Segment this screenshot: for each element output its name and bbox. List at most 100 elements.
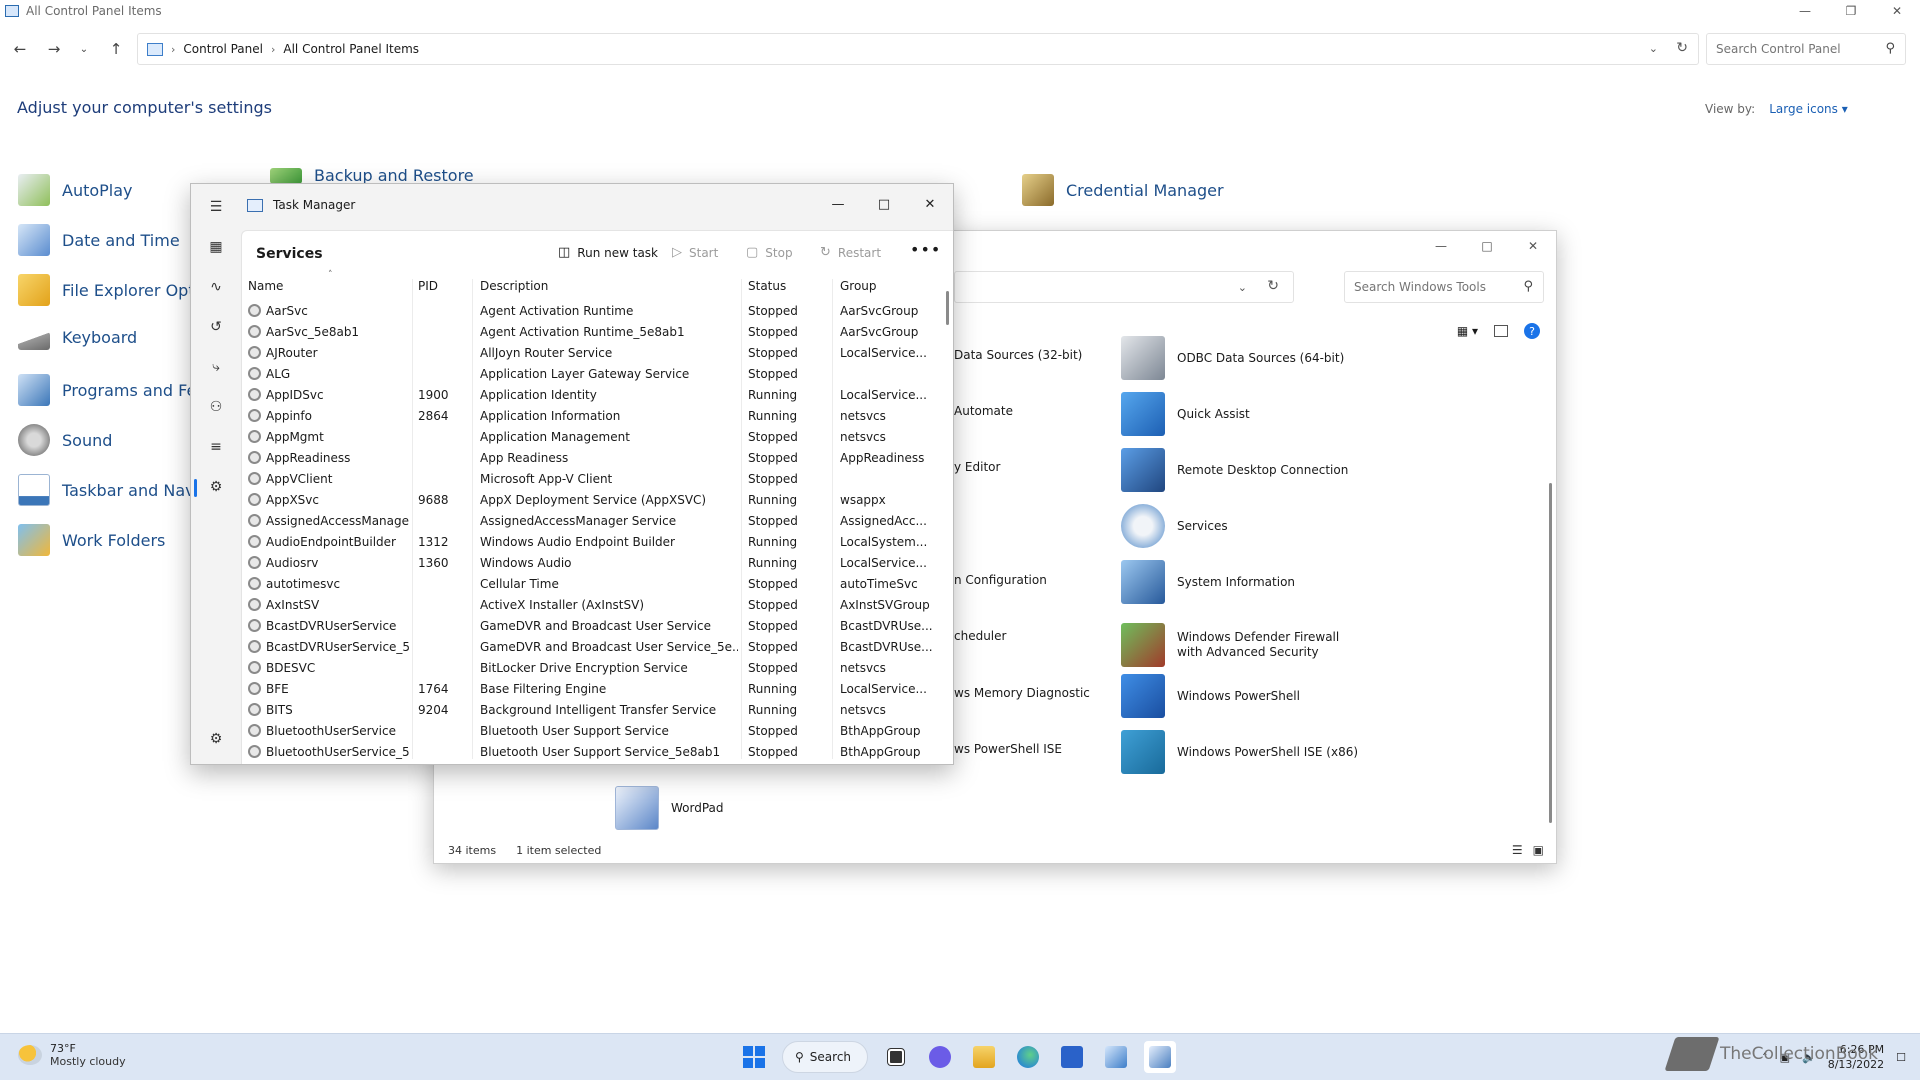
table-row[interactable]: BDESVC BitLocker Drive Encryption Service…: [242, 658, 953, 679]
run-new-task-button[interactable]: ◫ Run new task: [558, 245, 658, 260]
cp-item-credential-manager[interactable]: Credential Manager: [1022, 174, 1224, 206]
task-view-button[interactable]: [880, 1041, 912, 1073]
cp-item-work-folders[interactable]: Work Folders: [18, 524, 165, 556]
cp-item-sound[interactable]: Sound: [18, 424, 112, 456]
preview-pane-icon[interactable]: [1494, 325, 1508, 337]
users-icon[interactable]: ⚇: [203, 394, 229, 420]
restore-icon[interactable]: □: [1464, 231, 1510, 261]
column-pid[interactable]: PID: [418, 279, 438, 293]
table-row[interactable]: AudioEndpointBuilder 1312 Windows Audio En…: [242, 532, 953, 553]
search-box[interactable]: ⚲: [1344, 271, 1544, 303]
store-button[interactable]: [1056, 1041, 1088, 1073]
address-bar[interactable]: ⌄ ↻: [954, 271, 1294, 303]
view-options-icon[interactable]: ▦ ▾: [1457, 324, 1478, 338]
cp-item-file-explorer-options[interactable]: File Explorer Optio: [18, 274, 209, 306]
stop-button[interactable]: ▢ Stop: [746, 245, 793, 260]
start-button[interactable]: ▷ Start: [672, 245, 718, 260]
table-row[interactable]: ALG Application Layer Gateway Service Stop…: [242, 364, 953, 385]
tool-item-system-information[interactable]: System Information: [1121, 560, 1295, 604]
table-row[interactable]: AppVClient Microsoft App-V Client Stopped: [242, 469, 953, 490]
table-row[interactable]: AxInstSV ActiveX Installer (AxInstSV) Stop…: [242, 595, 953, 616]
address-dropdown-icon[interactable]: ⌄: [1238, 281, 1247, 294]
search-icon[interactable]: ⚲: [1885, 41, 1895, 56]
table-row[interactable]: Audiosrv 1360 Windows Audio Running LocalSer…: [242, 553, 953, 574]
notification-icon[interactable]: ☐: [1896, 1051, 1906, 1064]
details-icon[interactable]: ≡: [203, 434, 229, 460]
table-row[interactable]: BITS 9204 Background Intelligent Transfer …: [242, 700, 953, 721]
tool-item[interactable]: ws PowerShell ISE: [954, 742, 1062, 757]
breadcrumb-all-items[interactable]: All Control Panel Items: [283, 42, 419, 56]
hamburger-menu-icon[interactable]: ☰: [203, 194, 229, 220]
search-input[interactable]: [1716, 42, 1866, 56]
back-arrow-icon[interactable]: ←: [8, 38, 32, 60]
table-row[interactable]: BcastDVRUserService_5e... GameDVR and Bro…: [242, 637, 953, 658]
table-row[interactable]: BcastDVRUserService GameDVR and Broadcast…: [242, 616, 953, 637]
column-group[interactable]: Group: [840, 279, 877, 293]
view-by-dropdown[interactable]: Large icons ▾: [1769, 102, 1848, 116]
vertical-scrollbar[interactable]: [946, 291, 949, 325]
breadcrumb-control-panel[interactable]: Control Panel: [183, 42, 263, 56]
table-row[interactable]: Appinfo 2864 Application Information Runnin…: [242, 406, 953, 427]
taskbar-search[interactable]: ⚲ Search: [782, 1041, 868, 1073]
vertical-scrollbar[interactable]: [1549, 483, 1552, 823]
cp-item-keyboard[interactable]: Keyboard: [18, 324, 137, 350]
performance-icon[interactable]: ∿: [203, 274, 229, 300]
file-explorer-button[interactable]: [968, 1041, 1000, 1073]
table-row[interactable]: AppReadiness App Readiness Stopped AppReadi…: [242, 448, 953, 469]
tool-item-defender-firewall[interactable]: Windows Defender Firewall with Advanced …: [1121, 623, 1367, 667]
restore-icon[interactable]: ❐: [1828, 0, 1874, 22]
table-row[interactable]: BluetoothUserService_5e... Bluetooth User…: [242, 742, 953, 763]
cp-item-taskbar-navigation[interactable]: Taskbar and Navig: [18, 474, 209, 506]
table-row[interactable]: AarSvc_5e8ab1 Agent Activation Runtime_5e…: [242, 322, 953, 343]
column-name[interactable]: Name: [248, 279, 283, 293]
start-button[interactable]: [738, 1041, 770, 1073]
maximize-icon[interactable]: □: [861, 184, 907, 224]
cp-item-programs-features[interactable]: Programs and Feat: [18, 374, 212, 406]
table-row[interactable]: AppIDSvc 1900 Application Identity Running L…: [242, 385, 953, 406]
table-row[interactable]: AppMgmt Application Management Stopped nets…: [242, 427, 953, 448]
minimize-icon[interactable]: —: [1418, 231, 1464, 261]
more-options-button[interactable]: •••: [910, 240, 941, 259]
edge-button[interactable]: [1012, 1041, 1044, 1073]
app-history-icon[interactable]: ↺: [203, 314, 229, 340]
close-icon[interactable]: ✕: [1510, 231, 1556, 261]
table-row[interactable]: BFE 1764 Base Filtering Engine Running Local…: [242, 679, 953, 700]
tool-item[interactable]: y Editor: [954, 460, 1000, 475]
startup-apps-icon[interactable]: ⤷: [203, 354, 229, 380]
tool-item[interactable]: Data Sources (32-bit): [954, 348, 1082, 363]
table-row[interactable]: autotimesvc Cellular Time Stopped autoTimeS…: [242, 574, 953, 595]
table-row[interactable]: AarSvc Agent Activation Runtime Stopped Aar…: [242, 301, 953, 322]
processes-icon[interactable]: ▦: [203, 234, 229, 260]
large-icons-view-icon[interactable]: ▣: [1533, 843, 1544, 857]
cp-item-autoplay[interactable]: AutoPlay: [18, 174, 133, 206]
details-view-icon[interactable]: ☰: [1512, 843, 1523, 857]
help-icon[interactable]: ?: [1524, 323, 1540, 339]
search-icon[interactable]: ⚲: [1523, 279, 1533, 294]
tool-item-powershell-ise-x86[interactable]: Windows PowerShell ISE (x86): [1121, 730, 1358, 774]
tool-item[interactable]: ws Memory Diagnostic: [954, 686, 1090, 701]
table-row[interactable]: AppXSvc 9688 AppX Deployment Service (AppX…: [242, 490, 953, 511]
restart-button[interactable]: ↻ Restart: [820, 245, 881, 260]
tool-item[interactable]: n Configuration: [954, 573, 1047, 588]
tool-item-odbc-64[interactable]: ODBC Data Sources (64-bit): [1121, 336, 1344, 380]
tool-item-remote-desktop[interactable]: Remote Desktop Connection: [1121, 448, 1348, 492]
chat-button[interactable]: [924, 1041, 956, 1073]
refresh-icon[interactable]: ↻: [1676, 40, 1688, 56]
column-status[interactable]: Status: [748, 279, 786, 293]
settings-gear-icon[interactable]: ⚙: [203, 726, 229, 752]
weather-widget[interactable]: 73°F Mostly cloudy: [18, 1042, 126, 1068]
search-box[interactable]: ⚲: [1706, 33, 1906, 65]
cp-item-date-time[interactable]: Date and Time: [18, 224, 180, 256]
tool-item-services[interactable]: Services: [1121, 504, 1228, 548]
close-icon[interactable]: ✕: [1874, 0, 1920, 22]
tool-item[interactable]: cheduler: [954, 629, 1006, 644]
tool-item-wordpad[interactable]: WordPad: [615, 786, 724, 830]
table-row[interactable]: AssignedAccessManager... AssignedAccessMa…: [242, 511, 953, 532]
forward-arrow-icon[interactable]: →: [42, 38, 66, 60]
recent-chevron-icon[interactable]: ⌄: [72, 38, 96, 60]
minimize-icon[interactable]: —: [815, 184, 861, 224]
address-dropdown-icon[interactable]: ⌄: [1649, 42, 1658, 55]
table-row[interactable]: AJRouter AllJoyn Router Service Stopped Loc…: [242, 343, 953, 364]
services-icon[interactable]: ⚙: [203, 474, 229, 500]
tool-item[interactable]: Automate: [954, 404, 1013, 419]
